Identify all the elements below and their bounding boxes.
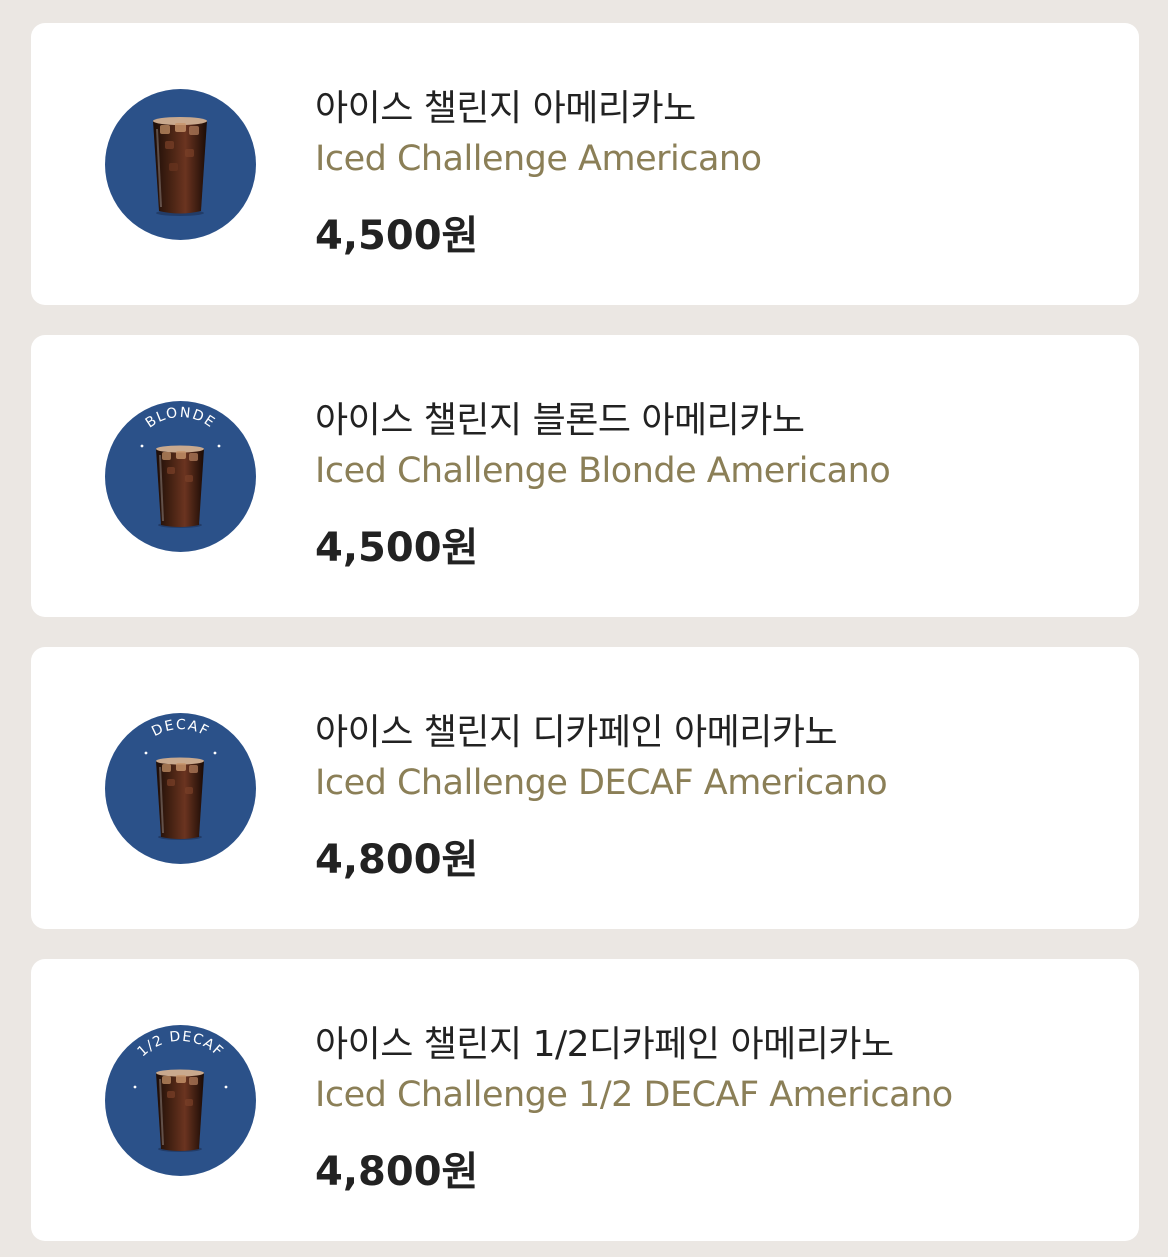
menu-item-card[interactable]: 1/2 DECAF 아이스 챌린지 1/2디카페인 아메리카노 Iced Cha… (31, 959, 1139, 1241)
menu-item-name-korean: 아이스 챌린지 아메리카노 (315, 88, 696, 129)
iced-americano-thumbnail: 1/2 DECAF (105, 1025, 256, 1176)
badge-label: 1/2 DECAF (135, 1029, 227, 1061)
iced-americano-cup-icon: DECAF (144, 717, 217, 840)
menu-item-price: 4,500원 (315, 213, 479, 259)
menu-item-name-english: Iced Challenge Blonde Americano (315, 451, 891, 491)
menu-item-name-english: Iced Challenge Americano (315, 139, 762, 179)
iced-americano-cup-icon: 1/2 DECAF (133, 1029, 228, 1152)
menu-item-card[interactable]: 아이스 챌린지 아메리카노 Iced Challenge Americano 4… (31, 23, 1139, 305)
iced-americano-cup-icon (153, 117, 207, 216)
iced-americano-thumbnail: DECAF (105, 713, 256, 864)
menu-item-name-english: Iced Challenge DECAF Americano (315, 763, 888, 803)
menu-item-price: 4,800원 (315, 837, 479, 883)
menu-item-card[interactable]: DECAF 아이스 챌린지 디카페인 아메리카노 Iced Challenge … (31, 647, 1139, 929)
menu-item-name-korean: 아이스 챌린지 블론드 아메리카노 (315, 400, 805, 441)
menu-item-card[interactable]: BLONDE 아이스 챌린지 블론드 아메리카노 Iced Challenge … (31, 335, 1139, 617)
badge-label: BLONDE (143, 405, 219, 432)
iced-americano-thumbnail: BLONDE (105, 401, 256, 552)
menu-item-name-korean: 아이스 챌린지 1/2디카페인 아메리카노 (315, 1024, 894, 1065)
iced-americano-thumbnail (105, 89, 256, 240)
menu-list: 아이스 챌린지 아메리카노 Iced Challenge Americano 4… (0, 0, 1168, 1257)
badge-label: DECAF (149, 717, 212, 740)
menu-item-price: 4,800원 (315, 1149, 479, 1195)
menu-item-name-english: Iced Challenge 1/2 DECAF Americano (315, 1075, 953, 1115)
menu-item-price: 4,500원 (315, 525, 479, 571)
menu-item-name-korean: 아이스 챌린지 디카페인 아메리카노 (315, 712, 838, 753)
iced-americano-cup-icon: BLONDE (140, 405, 221, 528)
